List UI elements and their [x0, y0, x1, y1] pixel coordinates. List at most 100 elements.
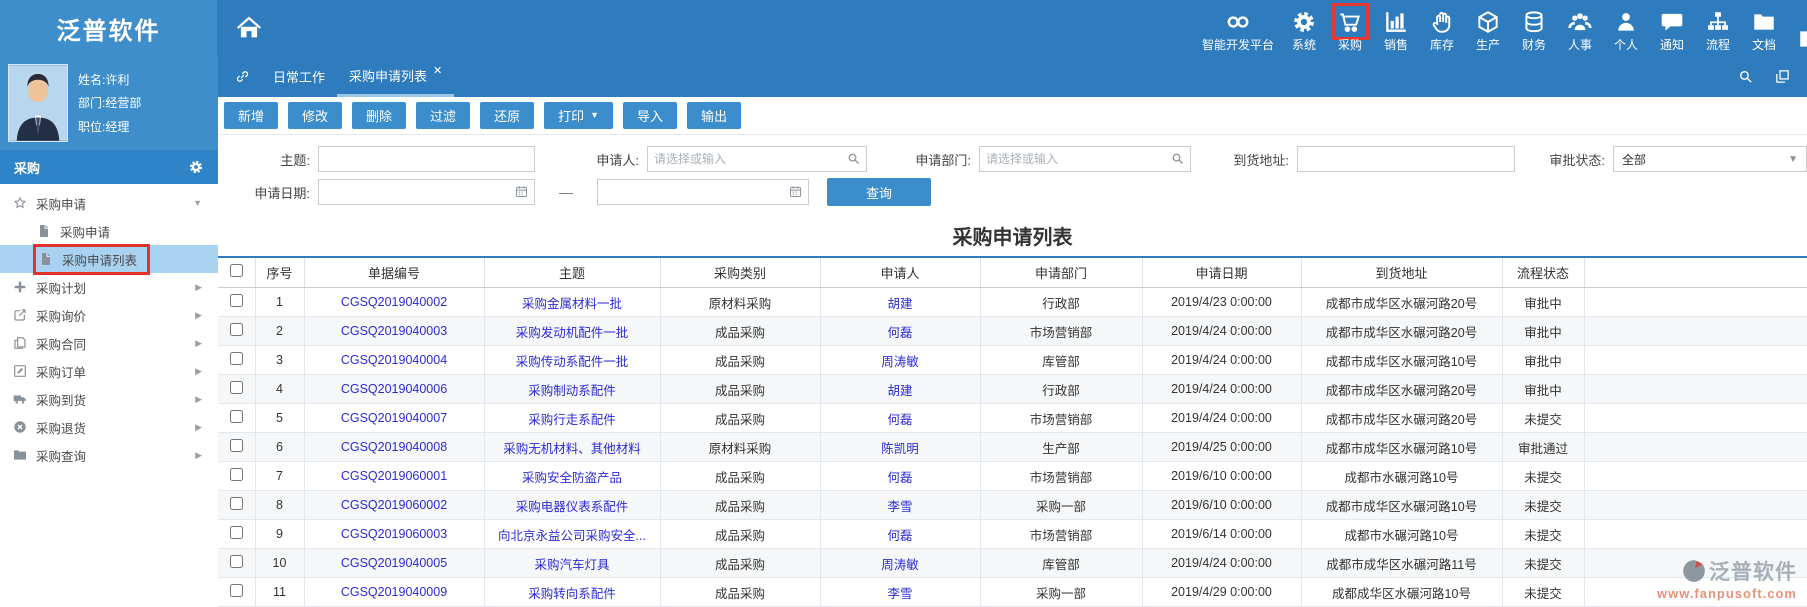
tab-daily-work[interactable]: 日常工作 — [261, 56, 337, 97]
nav-item-库存[interactable]: 库存 — [1419, 8, 1465, 53]
apply-date-to-input[interactable] — [597, 179, 809, 205]
row-checkbox[interactable] — [230, 410, 243, 423]
link-subject[interactable]: 采购汽车灯具 — [534, 558, 609, 572]
address-input[interactable] — [1297, 146, 1515, 172]
approval-status-select[interactable]: 全部 ▼ — [1613, 146, 1807, 172]
link-subject[interactable]: 采购制动系配件 — [528, 384, 616, 398]
row-checkbox[interactable] — [230, 294, 243, 307]
修改-button[interactable]: 修改 — [288, 102, 342, 129]
link-applicant[interactable]: 何磊 — [887, 471, 912, 485]
calendar-icon[interactable] — [788, 184, 803, 199]
app-window: 泛普软件 智能开发平台系统采购销售库存生产财务人事个人通知流程文档 姓名:许利 — [0, 0, 1807, 607]
search-icon[interactable] — [1170, 151, 1185, 166]
过滤-button[interactable]: 过滤 — [416, 102, 470, 129]
nav-item-采购[interactable]: 采购 — [1327, 8, 1373, 53]
department-input[interactable] — [979, 146, 1191, 172]
还原-button[interactable]: 还原 — [480, 102, 534, 129]
nav-item-系统[interactable]: 系统 — [1281, 8, 1327, 53]
sidebar-item-采购申请列表[interactable]: 采购申请列表 — [0, 245, 218, 273]
link-doc-no[interactable]: CGSQ2019040004 — [341, 353, 447, 367]
row-checkbox[interactable] — [230, 352, 243, 365]
sidebar-item-采购申请[interactable]: 采购申请▼ — [0, 189, 218, 217]
row-checkbox[interactable] — [230, 555, 243, 568]
link-subject[interactable]: 采购转向系配件 — [528, 587, 616, 601]
link-doc-no[interactable]: CGSQ2019040002 — [341, 295, 447, 309]
link-applicant[interactable]: 何磊 — [887, 529, 912, 543]
nav-item-财务[interactable]: 财务 — [1511, 8, 1557, 53]
link-doc-no[interactable]: CGSQ2019040006 — [341, 382, 447, 396]
windows-icon[interactable] — [1774, 68, 1791, 85]
sidebar-item-采购退货[interactable]: 采购退货▶ — [0, 413, 218, 441]
nav-item-人事[interactable]: 人事 — [1557, 8, 1603, 53]
link-subject[interactable]: 采购发动机配件一批 — [516, 326, 629, 340]
sidebar-item-label: 采购申请 — [60, 222, 110, 241]
link-applicant[interactable]: 何磊 — [887, 413, 912, 427]
applicant-input[interactable] — [647, 146, 867, 172]
link-applicant[interactable]: 李雪 — [887, 587, 912, 601]
search-icon[interactable] — [1737, 68, 1754, 85]
link-doc-no[interactable]: CGSQ2019060001 — [341, 469, 447, 483]
home-icon[interactable] — [234, 13, 264, 43]
sidebar-item-采购到货[interactable]: 采购到货▶ — [0, 385, 218, 413]
row-checkbox[interactable] — [230, 526, 243, 539]
link-applicant[interactable]: 陈凯明 — [881, 442, 919, 456]
sidebar-item-采购计划[interactable]: 采购计划▶ — [0, 273, 218, 301]
打印-button[interactable]: 打印▼ — [544, 102, 613, 129]
link-applicant[interactable]: 胡建 — [887, 297, 912, 311]
row-checkbox[interactable] — [230, 468, 243, 481]
sidebar-item-采购订单[interactable]: 采购订单▶ — [0, 357, 218, 385]
row-checkbox[interactable] — [230, 381, 243, 394]
row-checkbox[interactable] — [230, 497, 243, 510]
nav-item-clipped[interactable] — [1787, 25, 1807, 53]
link-doc-no[interactable]: CGSQ2019040008 — [341, 440, 447, 454]
sidebar-item-采购申请[interactable]: 采购申请 — [0, 217, 218, 245]
link-doc-no[interactable]: CGSQ2019040009 — [341, 585, 447, 599]
gear-icon[interactable] — [188, 159, 204, 175]
cell-applicant: 周涛敏 — [820, 549, 980, 578]
导入-button[interactable]: 导入 — [623, 102, 677, 129]
sidebar-item-采购询价[interactable]: 采购询价▶ — [0, 301, 218, 329]
sidebar-item-采购查询[interactable]: 采购查询▶ — [0, 441, 218, 469]
nav-item-流程[interactable]: 流程 — [1695, 8, 1741, 53]
search-icon[interactable] — [846, 151, 861, 166]
link-applicant[interactable]: 胡建 — [887, 384, 912, 398]
link-subject[interactable]: 向北京永益公司采购安全... — [498, 529, 646, 543]
nav-item-生产[interactable]: 生产 — [1465, 8, 1511, 53]
tab-purchase-request-list[interactable]: 采购申请列表 ✕ — [337, 56, 454, 97]
link-subject[interactable]: 采购电器仪表系配件 — [516, 500, 629, 514]
nav-item-智能开发平台[interactable]: 智能开发平台 — [1195, 8, 1281, 53]
nav-item-通知[interactable]: 通知 — [1649, 8, 1695, 53]
新增-button[interactable]: 新增 — [224, 102, 278, 129]
select-all-checkbox[interactable] — [230, 264, 243, 277]
row-checkbox[interactable] — [230, 584, 243, 597]
subject-input[interactable] — [318, 146, 535, 172]
link-doc-no[interactable]: CGSQ2019040007 — [341, 411, 447, 425]
calendar-icon[interactable] — [514, 184, 529, 199]
nav-item-文档[interactable]: 文档 — [1741, 8, 1787, 53]
nav-item-个人[interactable]: 个人 — [1603, 8, 1649, 53]
link-applicant[interactable]: 周涛敏 — [881, 355, 919, 369]
apply-date-from-input[interactable] — [318, 179, 535, 205]
link-subject[interactable]: 采购无机材料、其他材料 — [503, 442, 641, 456]
sidebar-item-label: 采购计划 — [36, 278, 86, 297]
link-applicant[interactable]: 李雪 — [887, 500, 912, 514]
link-doc-no[interactable]: CGSQ2019060003 — [341, 527, 447, 541]
row-checkbox[interactable] — [230, 439, 243, 452]
link-doc-no[interactable]: CGSQ2019040005 — [341, 556, 447, 570]
close-tab-icon[interactable]: ✕ — [433, 64, 442, 77]
link-applicant[interactable]: 周涛敏 — [881, 558, 919, 572]
row-checkbox[interactable] — [230, 323, 243, 336]
nav-item-销售[interactable]: 销售 — [1373, 8, 1419, 53]
link-doc-no[interactable]: CGSQ2019060002 — [341, 498, 447, 512]
link-subject[interactable]: 采购金属材料一批 — [522, 297, 622, 311]
删除-button[interactable]: 删除 — [352, 102, 406, 129]
link-doc-no[interactable]: CGSQ2019040003 — [341, 324, 447, 338]
cell-apply-date: 2019/4/24 0:00:00 — [1142, 375, 1301, 404]
link-subject[interactable]: 采购传动系配件一批 — [516, 355, 629, 369]
link-subject[interactable]: 采购安全防盗产品 — [522, 471, 622, 485]
sidebar-item-采购合同[interactable]: 采购合同▶ — [0, 329, 218, 357]
输出-button[interactable]: 输出 — [687, 102, 741, 129]
query-button[interactable]: 查询 — [827, 178, 931, 206]
link-applicant[interactable]: 何磊 — [887, 326, 912, 340]
link-subject[interactable]: 采购行走系配件 — [528, 413, 616, 427]
